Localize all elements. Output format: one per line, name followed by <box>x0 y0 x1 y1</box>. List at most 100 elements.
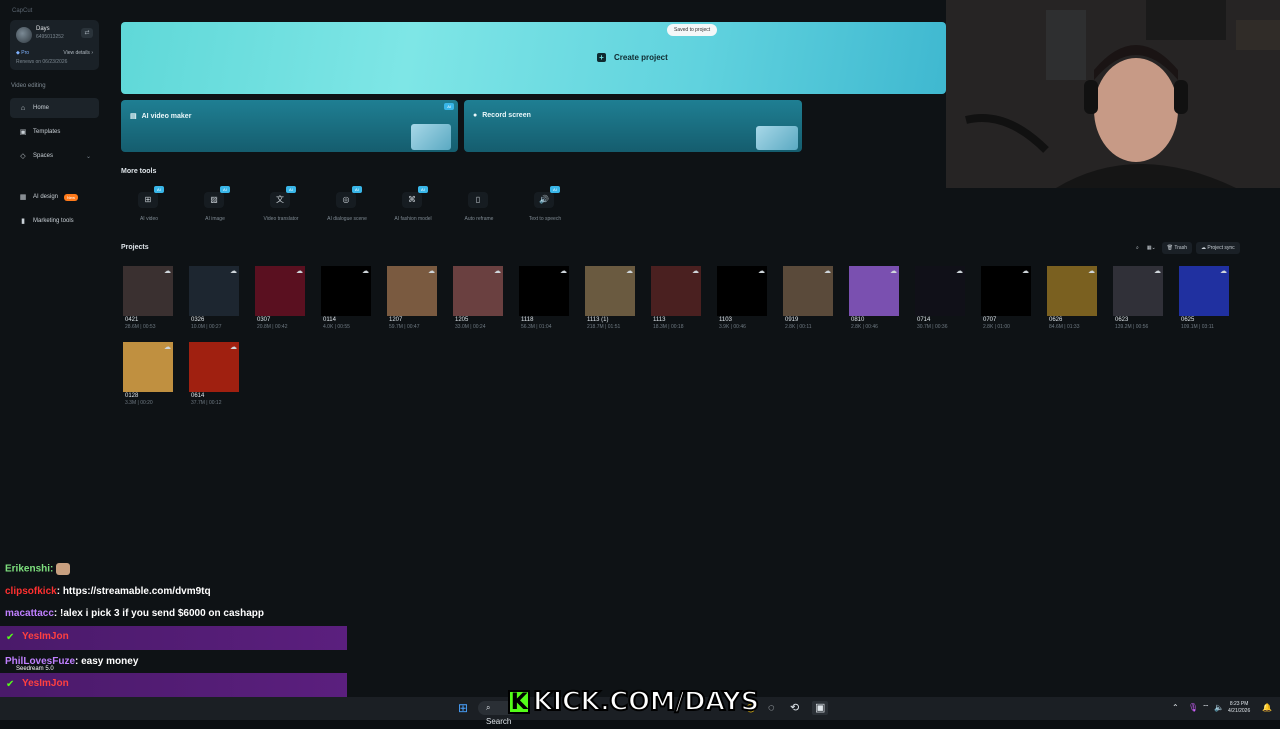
hype-message: YesImJon ✔ <box>0 626 347 650</box>
project-card[interactable]: ☁ 0307 20.8M | 00:42 <box>255 266 305 330</box>
project-thumbnail: ☁ <box>1179 266 1229 316</box>
tool-ai-dialogue-scene[interactable]: ◎ AI AI dialogue scene <box>314 186 380 226</box>
project-meta: 109.1M | 03:11 <box>1181 324 1214 330</box>
seedream-label: Seedream 5.0 <box>16 666 54 672</box>
view-details-link[interactable]: View details › <box>63 50 93 56</box>
ai-video-maker-icon: ▤ <box>130 113 137 120</box>
tool-ai-fashion-model-label: AI fashion model <box>394 216 432 222</box>
tray-chevron-icon[interactable]: ⌃ <box>1172 701 1179 715</box>
project-card[interactable]: ☁ 1113 18.3M | 00:18 <box>651 266 701 330</box>
capcut-taskbar-icon[interactable]: ⟲ <box>790 701 799 715</box>
nav-home[interactable]: ⌂ Home <box>10 98 99 118</box>
project-meta: 2.8K | 00:11 <box>785 324 812 330</box>
project-meta: 218.7M | 01:51 <box>587 324 621 330</box>
record-screen-thumbnail <box>756 126 798 150</box>
capcut-window: CapCut Days 6495013252 ⇄ ◆ Pro View deta… <box>0 0 1280 713</box>
project-name: 0614 <box>191 393 205 399</box>
project-meta: 3.9K | 00:46 <box>719 324 746 330</box>
mic-icon[interactable]: 🎙 <box>1188 701 1198 715</box>
nav-templates[interactable]: ▣ Templates <box>10 122 99 142</box>
active-app-icon[interactable]: ▣ <box>812 701 829 715</box>
project-name: 1113 <box>653 317 666 323</box>
project-card[interactable]: ☁ 0625 109.1M | 03:11 <box>1179 266 1229 330</box>
plan-label: Pro <box>21 50 30 56</box>
verified-icon: ✔ <box>6 679 15 690</box>
chat-username: YesImJon <box>22 631 69 642</box>
project-card[interactable]: ☁ 0714 30.7M | 00:36 <box>915 266 965 330</box>
project-thumbnail: ☁ <box>981 266 1031 316</box>
cloud-icon: ☁ <box>1154 268 1161 275</box>
app-icon[interactable]: ◌ <box>768 701 775 715</box>
project-meta: 30.7M | 00:36 <box>917 324 948 330</box>
record-screen-card[interactable]: ● Record screen <box>464 100 802 152</box>
search-icon[interactable]: ⌕ <box>1134 242 1141 254</box>
project-card[interactable]: ☁ 0626 84.6M | 01:33 <box>1047 266 1097 330</box>
cloud-icon: ☁ <box>164 268 171 275</box>
switch-account-icon[interactable]: ⇄ <box>81 28 93 38</box>
nav-marketing[interactable]: ▮ Marketing tools <box>10 211 99 231</box>
project-thumbnail: ☁ <box>783 266 833 316</box>
project-sync-button[interactable]: ☁ Project sync <box>1196 242 1240 254</box>
project-card[interactable]: ☁ 1205 33.0M | 00:24 <box>453 266 503 330</box>
project-thumbnail: ☁ <box>915 266 965 316</box>
project-card[interactable]: ☁ 1207 59.7M | 00:47 <box>387 266 437 330</box>
project-thumbnail: ☁ <box>585 266 635 316</box>
cloud-icon: ☁ <box>494 268 501 275</box>
tool-ai-fashion-model[interactable]: ⌘ AI AI fashion model <box>380 186 446 226</box>
project-name: 0625 <box>1181 317 1195 323</box>
project-card[interactable]: ☁ 0623 139.2M | 00:56 <box>1113 266 1163 330</box>
home-icon: ⌂ <box>20 104 26 112</box>
project-thumbnail: ☁ <box>717 266 767 316</box>
project-card[interactable]: ☁ 0614 37.7M | 00:12 <box>189 342 239 406</box>
notification-icon[interactable]: 🔔 <box>1262 701 1272 715</box>
nav-spaces-label: Spaces <box>33 153 54 159</box>
clock-time: 8:23 PM <box>1229 701 1249 707</box>
project-card[interactable]: ☁ 0114 4.0K | 00:55 <box>321 266 371 330</box>
project-card[interactable]: ☁ 1118 56.3M | 01:04 <box>519 266 569 330</box>
network-icon[interactable]: ⌔ <box>1202 701 1210 715</box>
project-card[interactable]: ☁ 1113 (1) 218.7M | 01:51 <box>585 266 635 330</box>
project-card[interactable]: ☁ 0421 28.6M | 00:53 <box>123 266 173 330</box>
tool-ai-image-label: AI image <box>205 216 225 222</box>
tool-ai-image[interactable]: ▨ AI AI image <box>182 186 248 226</box>
create-project-banner[interactable]: Saved to project + Create project <box>121 22 946 94</box>
ai-video-maker-thumbnail <box>411 124 451 150</box>
ai-video-icon: ⊞ <box>138 192 158 208</box>
cloud-icon: ☁ <box>956 268 963 275</box>
kick-logo-icon: K <box>508 690 530 715</box>
plus-icon: + <box>597 53 606 62</box>
project-name: 1118 <box>521 317 534 323</box>
project-card[interactable]: ☁ 1103 3.9K | 00:46 <box>717 266 767 330</box>
project-card[interactable]: ☁ 0128 3.3M | 00:20 <box>123 342 173 406</box>
nav-ai-design[interactable]: ▦ AI design New <box>10 187 99 207</box>
create-project-label: Create project <box>614 53 668 62</box>
tool-text-to-speech[interactable]: 🔊 AI Text to speech <box>512 186 578 226</box>
chat-message: clipsofkick: https://streamable.com/dvm9… <box>5 586 211 597</box>
view-toggle-icon[interactable]: ▦⌄ <box>1145 242 1158 254</box>
clock[interactable]: 8:23 PM 4/21/2026 <box>1228 701 1250 715</box>
project-meta: 28.6M | 00:53 <box>125 324 156 330</box>
trash-button[interactable]: 🗑 Trash <box>1161 242 1192 254</box>
project-card[interactable]: ☁ 0919 2.8K | 00:11 <box>783 266 833 330</box>
volume-icon[interactable]: 🔈 <box>1214 701 1224 715</box>
nav-ai-design-label: AI design <box>33 194 59 200</box>
project-meta: 18.3M | 00:18 <box>653 324 684 330</box>
account-card[interactable]: Days 6495013252 ⇄ ◆ Pro View details › R… <box>10 20 99 70</box>
project-meta: 33.0M | 00:24 <box>455 324 486 330</box>
create-project-button[interactable]: + Create project <box>597 53 668 62</box>
windows-start-icon[interactable]: ⊞ <box>458 701 468 715</box>
fashion-icon: ⌘ <box>402 192 422 208</box>
project-card[interactable]: ☁ 0326 10.0M | 00:27 <box>189 266 239 330</box>
avatar <box>16 27 32 43</box>
tool-ai-video[interactable]: ⊞ AI AI video <box>116 186 182 226</box>
dialogue-icon: ◎ <box>336 192 356 208</box>
tool-video-translator[interactable]: 文 AI Video translator <box>248 186 314 226</box>
ai-video-maker-label: AI video maker <box>141 112 192 120</box>
chat-text: https://streamable.com/dvm9tq <box>62 586 211 597</box>
nav-spaces[interactable]: ◇ Spaces ⌄ <box>10 146 99 166</box>
project-thumbnail: ☁ <box>255 266 305 316</box>
tool-auto-reframe[interactable]: ▯ Auto reframe <box>446 186 512 226</box>
ai-video-maker-card[interactable]: ▤ AI video maker AI <box>121 100 458 152</box>
project-card[interactable]: ☁ 0707 2.8K | 01:00 <box>981 266 1031 330</box>
project-card[interactable]: ☁ 0810 2.8K | 00:46 <box>849 266 899 330</box>
